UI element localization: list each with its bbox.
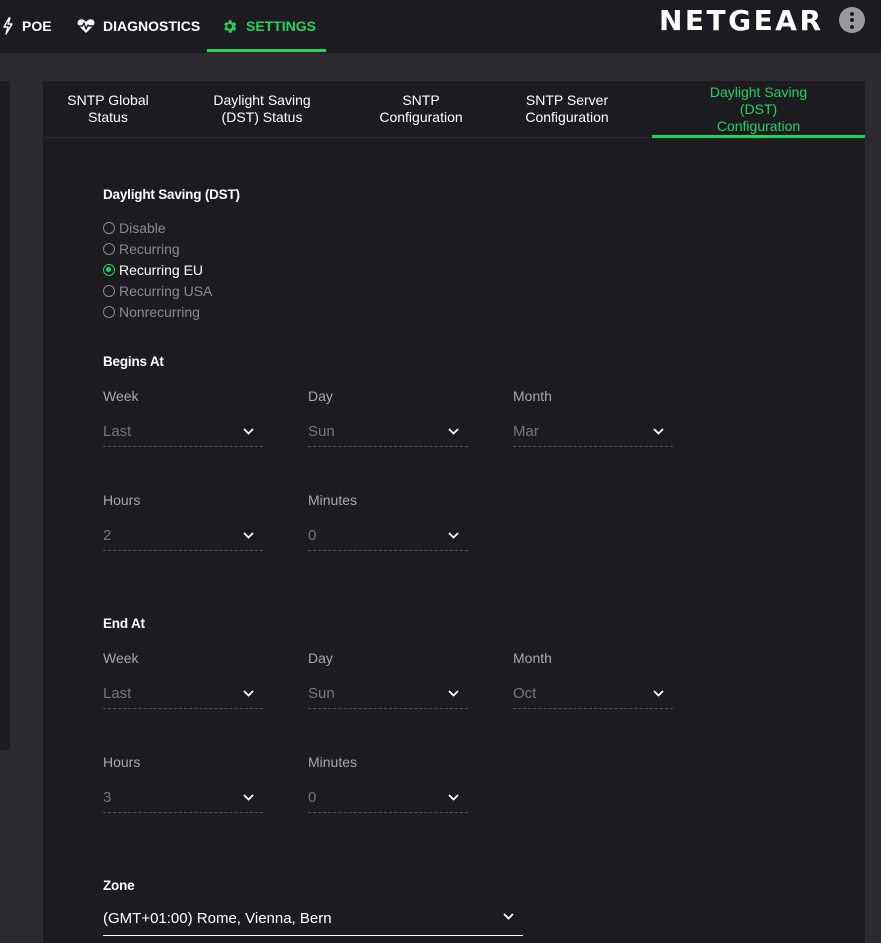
- begins-month-select[interactable]: Mar: [513, 419, 673, 447]
- side-panel: [0, 81, 10, 750]
- chevron-down-icon: [448, 428, 459, 435]
- nav-poe-label: POE: [22, 18, 52, 34]
- chevron-down-icon: [243, 532, 254, 539]
- radio-icon: [103, 222, 115, 234]
- end-month-select[interactable]: Oct: [513, 681, 673, 709]
- zone-title: Zone: [103, 878, 135, 893]
- end-week-select[interactable]: Last: [103, 681, 263, 709]
- begins-week-select[interactable]: Last: [103, 419, 263, 447]
- chevron-down-icon: [448, 794, 459, 801]
- radio-nonrecurring[interactable]: Nonrecurring: [103, 303, 200, 321]
- begins-minutes-select[interactable]: 0: [308, 523, 468, 551]
- chevron-down-icon: [448, 532, 459, 539]
- kebab-menu-icon[interactable]: [839, 7, 865, 33]
- select-value: 2: [103, 527, 112, 544]
- chevron-down-icon: [653, 428, 664, 435]
- begins-minutes-label: Minutes: [308, 492, 358, 508]
- chevron-down-icon: [503, 913, 514, 920]
- chevron-down-icon: [448, 690, 459, 697]
- begins-hours-select[interactable]: 2: [103, 523, 263, 551]
- chevron-down-icon: [653, 690, 664, 697]
- radio-disable[interactable]: Disable: [103, 219, 166, 237]
- select-value: 3: [103, 789, 112, 806]
- chevron-down-icon: [243, 428, 254, 435]
- select-value: Sun: [308, 685, 335, 702]
- tab-sntp-server-configuration[interactable]: SNTP Server Configuration: [505, 81, 629, 137]
- select-value: Last: [103, 423, 132, 440]
- radio-label: Recurring: [119, 241, 180, 257]
- radio-icon: [103, 243, 115, 255]
- nav-diagnostics-label: DIAGNOSTICS: [103, 18, 201, 34]
- select-value: Sun: [308, 423, 335, 440]
- begins-week-label: Week: [103, 388, 139, 404]
- select-value: Mar: [513, 423, 539, 440]
- netgear-logo: NETGEAR: [659, 4, 824, 37]
- end-at-title: End At: [103, 616, 145, 631]
- end-minutes-select[interactable]: 0: [308, 785, 468, 813]
- radio-label: Recurring EU: [119, 262, 204, 278]
- top-nav: POE DIAGNOSTICS SETTINGS NETGEAR: [0, 0, 881, 53]
- select-value: 0: [308, 789, 317, 806]
- end-hours-label: Hours: [103, 754, 141, 770]
- tab-bar: SNTP Global Status Daylight Saving (DST)…: [43, 81, 865, 138]
- begins-at-title: Begins At: [103, 354, 164, 369]
- begins-hours-label: Hours: [103, 492, 141, 508]
- radio-recurring-eu[interactable]: Recurring EU: [103, 261, 203, 279]
- radio-recurring-usa[interactable]: Recurring USA: [103, 282, 212, 300]
- nav-settings[interactable]: SETTINGS: [207, 0, 326, 52]
- select-value: Last: [103, 685, 132, 702]
- end-hours-select[interactable]: 3: [103, 785, 263, 813]
- tab-sntp-global-status[interactable]: SNTP Global Status: [63, 81, 153, 137]
- bolt-icon: [2, 17, 14, 35]
- radio-label: Nonrecurring: [119, 304, 200, 320]
- nav-settings-label: SETTINGS: [246, 18, 317, 34]
- end-minutes-label: Minutes: [308, 754, 358, 770]
- radio-icon: [103, 306, 115, 318]
- end-day-select[interactable]: Sun: [308, 681, 468, 709]
- select-value: (GMT+01:00) Rome, Vienna, Bern: [103, 910, 332, 927]
- main-panel: SNTP Global Status Daylight Saving (DST)…: [43, 81, 865, 943]
- end-month-label: Month: [513, 650, 552, 666]
- radio-icon: [103, 285, 115, 297]
- tab-dst-configuration[interactable]: Daylight Saving (DST) Configuration: [652, 81, 865, 138]
- select-value: Oct: [513, 685, 537, 702]
- gear-icon: [221, 18, 238, 35]
- heart-pulse-icon: [77, 18, 95, 34]
- end-week-label: Week: [103, 650, 139, 666]
- begins-day-select[interactable]: Sun: [308, 419, 468, 447]
- radio-recurring[interactable]: Recurring: [103, 240, 180, 258]
- select-value: 0: [308, 527, 317, 544]
- radio-label: Recurring USA: [119, 283, 213, 299]
- zone-select[interactable]: (GMT+01:00) Rome, Vienna, Bern: [103, 904, 523, 936]
- begins-month-label: Month: [513, 388, 552, 404]
- tab-dst-status[interactable]: Daylight Saving (DST) Status: [193, 81, 331, 137]
- end-day-label: Day: [308, 650, 333, 666]
- radio-label: Disable: [119, 220, 166, 236]
- begins-day-label: Day: [308, 388, 333, 404]
- chevron-down-icon: [243, 794, 254, 801]
- chevron-down-icon: [243, 690, 254, 697]
- nav-poe[interactable]: POE: [2, 0, 52, 52]
- tab-sntp-configuration[interactable]: SNTP Configuration: [361, 81, 481, 137]
- dst-title: Daylight Saving (DST): [103, 187, 240, 202]
- radio-selected-icon: [103, 264, 115, 276]
- nav-diagnostics[interactable]: DIAGNOSTICS: [77, 0, 200, 52]
